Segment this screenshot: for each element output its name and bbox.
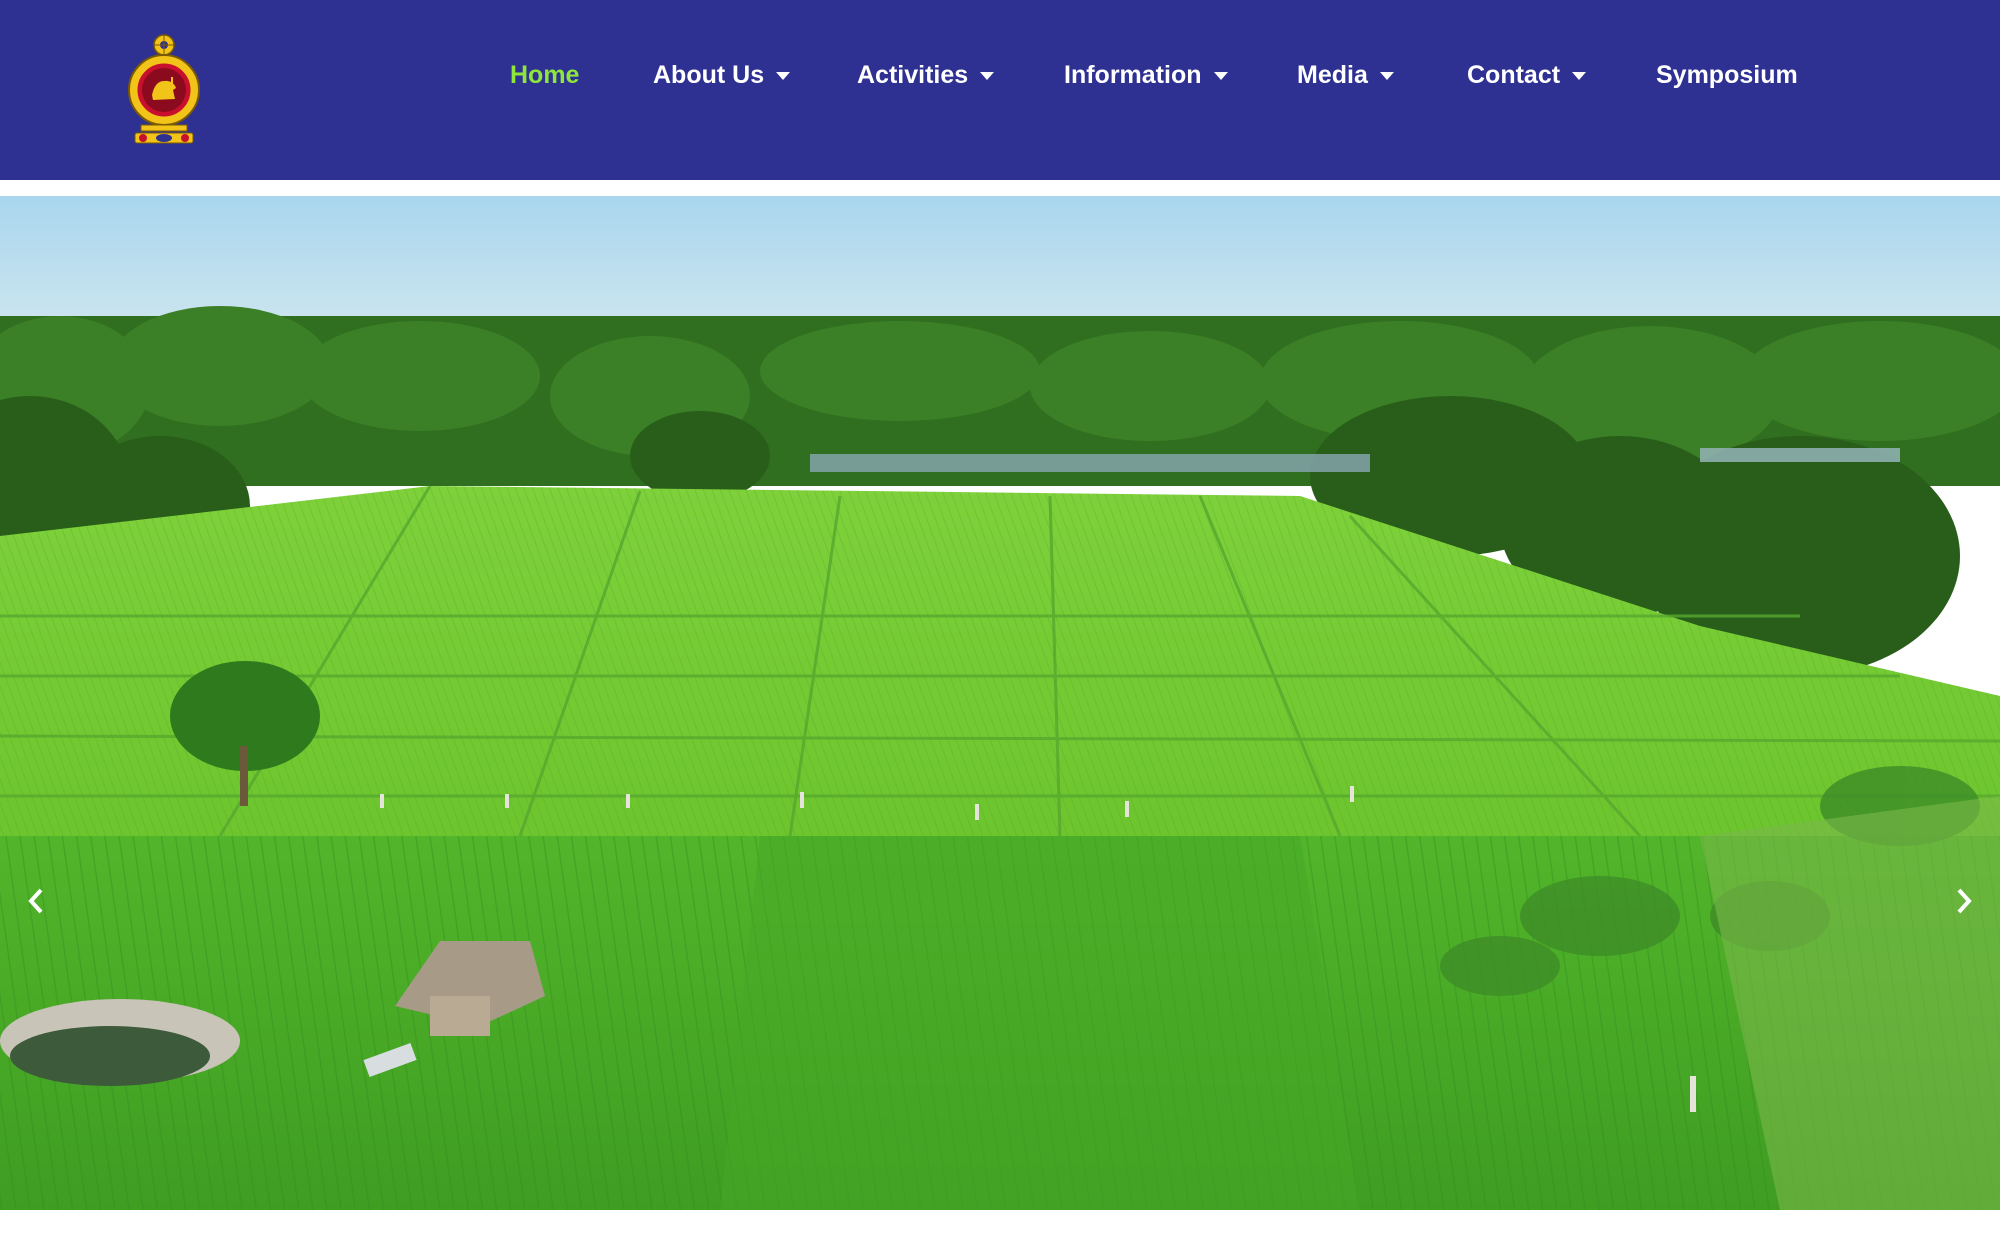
nav-item-media[interactable]: Media xyxy=(1297,55,1394,95)
nav-item-about-us[interactable]: About Us xyxy=(653,55,791,95)
nav-item-label: Symposium xyxy=(1656,60,1798,89)
aerial-farm-fields-image xyxy=(0,196,2000,1210)
nav-item-activities[interactable]: Activities xyxy=(857,55,995,95)
slider-next-button[interactable] xyxy=(1944,876,1984,926)
caret-down-icon xyxy=(776,72,791,80)
caret-down-icon xyxy=(1379,72,1394,80)
site-header: Home About Us Activities Information Med… xyxy=(0,0,2000,180)
nav-item-label: Contact xyxy=(1467,60,1561,89)
caret-down-icon xyxy=(1572,72,1587,80)
nav-item-label: Home xyxy=(510,60,580,89)
nav-item-home[interactable]: Home xyxy=(510,55,579,95)
hero-slider[interactable] xyxy=(0,196,2000,1210)
nav-item-symposium[interactable]: Symposium xyxy=(1656,55,1798,95)
chevron-left-icon xyxy=(28,888,43,914)
nav-item-label: About Us xyxy=(653,60,765,89)
slider-prev-button[interactable] xyxy=(16,876,56,926)
nav-item-label: Activities xyxy=(857,60,969,89)
nav-item-information[interactable]: Information xyxy=(1064,55,1228,95)
nav-item-label: Media xyxy=(1297,60,1368,89)
nav-item-contact[interactable]: Contact xyxy=(1467,55,1587,95)
main-navigation: Home About Us Activities Information Med… xyxy=(0,55,2000,95)
caret-down-icon xyxy=(980,72,995,80)
chevron-right-icon xyxy=(1957,888,1972,914)
nav-item-label: Information xyxy=(1064,60,1202,89)
caret-down-icon xyxy=(1213,72,1228,80)
